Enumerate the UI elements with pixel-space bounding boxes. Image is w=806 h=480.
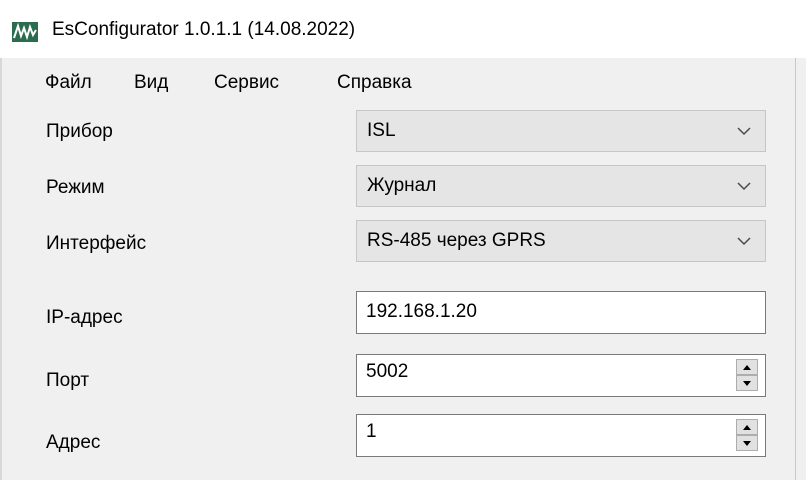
ip-address-value: 192.168.1.20 <box>366 301 477 322</box>
menu-file[interactable]: Файл <box>45 72 92 94</box>
port-increment-button[interactable] <box>736 359 758 375</box>
port-stepper[interactable]: 5002 <box>356 354 766 397</box>
port-spin-buttons <box>736 359 758 391</box>
ip-address-label: IP-адрес <box>46 307 123 328</box>
device-select-value: ISL <box>367 120 396 141</box>
arrow-down-icon <box>743 381 751 386</box>
mode-select-value: Журнал <box>367 175 437 196</box>
address-value: 1 <box>366 421 377 442</box>
window-title: EsConfigurator 1.0.1.1 (14.08.2022) <box>52 19 356 40</box>
chevron-down-icon <box>735 122 753 140</box>
interface-select-value: RS-485 через GPRS <box>367 230 546 251</box>
device-label: Прибор <box>46 121 113 142</box>
mode-label: Режим <box>46 177 105 198</box>
chevron-down-icon <box>735 232 753 250</box>
address-label: Адрес <box>46 432 101 453</box>
address-increment-button[interactable] <box>736 419 758 435</box>
address-decrement-button[interactable] <box>736 435 758 451</box>
title-bar: EsConfigurator 1.0.1.1 (14.08.2022) <box>0 0 806 58</box>
address-stepper[interactable]: 1 <box>356 414 766 457</box>
arrow-up-icon <box>743 425 751 430</box>
menu-service[interactable]: Сервис <box>214 72 279 94</box>
address-spin-buttons <box>736 419 758 451</box>
waveform-icon <box>12 22 38 42</box>
app-window: EsConfigurator 1.0.1.1 (14.08.2022) Файл… <box>0 0 806 480</box>
ip-address-field[interactable]: 192.168.1.20 <box>356 291 766 334</box>
chevron-down-icon <box>735 177 753 195</box>
port-value: 5002 <box>366 361 409 382</box>
port-label: Порт <box>46 370 90 391</box>
menu-view[interactable]: Вид <box>134 72 168 94</box>
device-select[interactable]: ISL <box>356 110 766 152</box>
menu-bar: Файл Вид Сервис Справка <box>2 58 795 102</box>
menu-help[interactable]: Справка <box>337 72 412 94</box>
interface-label: Интерфейс <box>46 233 147 254</box>
window-left-border <box>0 58 2 480</box>
arrow-up-icon <box>743 365 751 370</box>
window-right-border <box>795 58 796 480</box>
mode-select[interactable]: Журнал <box>356 165 766 207</box>
port-decrement-button[interactable] <box>736 375 758 391</box>
arrow-down-icon <box>743 441 751 446</box>
interface-select[interactable]: RS-485 через GPRS <box>356 220 766 262</box>
